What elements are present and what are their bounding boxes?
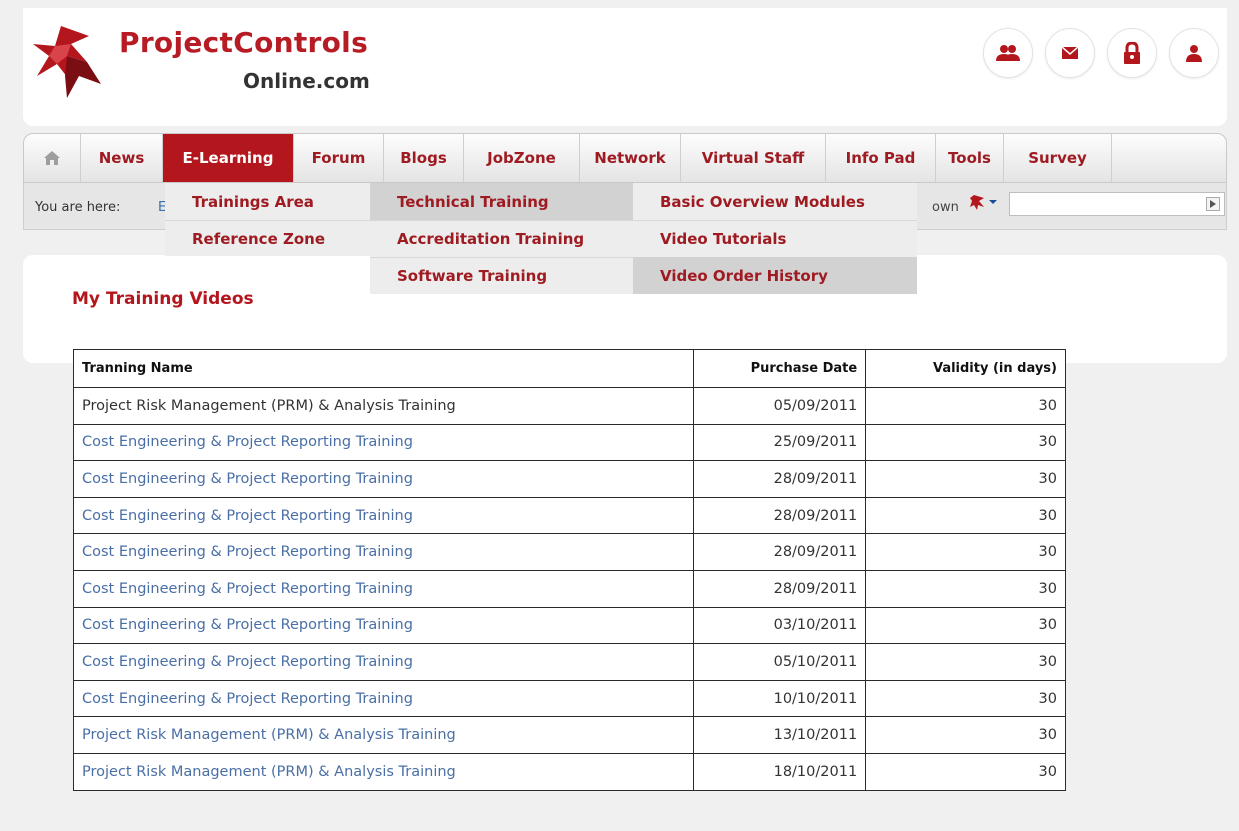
training-name-link[interactable]: Cost Engineering & Project Reporting Tra… xyxy=(72,606,695,645)
nav-forum[interactable]: Forum xyxy=(294,134,384,182)
nav-network[interactable]: Network xyxy=(580,134,681,182)
brand-name[interactable]: ProjectControls xyxy=(119,26,368,59)
users-icon[interactable] xyxy=(983,28,1033,78)
mail-icon[interactable] xyxy=(1045,28,1095,78)
menu-video-tutorials[interactable]: Video Tutorials xyxy=(633,220,917,257)
training-name-link[interactable]: Cost Engineering & Project Reporting Tra… xyxy=(72,643,695,681)
validity-cell: 30 xyxy=(865,643,1066,681)
nav-news[interactable]: News xyxy=(81,134,163,182)
purchase-date-cell: 28/09/2011 xyxy=(693,460,867,498)
table-row: Project Risk Management (PRM) & Analysis… xyxy=(72,752,1066,791)
nav-virtual-staff[interactable]: Virtual Staff xyxy=(681,134,826,182)
validity-cell: 30 xyxy=(865,752,1066,791)
purchase-date-cell: 05/10/2011 xyxy=(693,643,867,681)
training-name-link[interactable]: Cost Engineering & Project Reporting Tra… xyxy=(72,533,695,571)
nav-blogs[interactable]: Blogs xyxy=(384,134,464,182)
user-icon[interactable] xyxy=(1169,28,1219,78)
table-row: Cost Engineering & Project Reporting Tra… xyxy=(72,679,1066,718)
nav-info-pad[interactable]: Info Pad xyxy=(826,134,936,182)
table-row: Project Risk Management (PRM) & Analysis… xyxy=(72,387,1066,425)
validity-cell: 30 xyxy=(865,679,1066,718)
nav-tools[interactable]: Tools xyxy=(936,134,1004,182)
nav-jobzone[interactable]: JobZone xyxy=(464,134,580,182)
training-name-link[interactable]: Project Risk Management (PRM) & Analysis… xyxy=(72,716,695,754)
site-search-select[interactable] xyxy=(1009,192,1225,216)
elearning-submenu-col2: Technical Training Accreditation Trainin… xyxy=(370,183,633,294)
header-icon-group xyxy=(983,28,1219,78)
site-header: ProjectControls Online.com xyxy=(23,8,1227,126)
validity-cell: 30 xyxy=(865,569,1066,608)
purchase-date-cell: 13/10/2011 xyxy=(693,716,867,754)
home-icon[interactable] xyxy=(24,134,81,182)
validity-cell: 30 xyxy=(865,423,1066,462)
validity-cell: 30 xyxy=(865,716,1066,754)
purchase-date-cell: 18/10/2011 xyxy=(693,752,867,791)
column-header-purchase-date: Purchase Date xyxy=(693,349,867,388)
page-title: My Training Videos xyxy=(72,289,254,309)
purchase-date-cell: 25/09/2011 xyxy=(693,423,867,462)
validity-cell: 30 xyxy=(865,606,1066,645)
training-name-link[interactable]: Project Risk Management (PRM) & Analysis… xyxy=(72,752,695,791)
validity-cell: 30 xyxy=(865,533,1066,571)
purchase-date-cell: 28/09/2011 xyxy=(693,533,867,571)
logo-icon[interactable] xyxy=(31,22,107,102)
training-name-link[interactable]: Cost Engineering & Project Reporting Tra… xyxy=(72,496,695,535)
table-row: Cost Engineering & Project Reporting Tra… xyxy=(72,606,1066,645)
table-row: Cost Engineering & Project Reporting Tra… xyxy=(72,643,1066,681)
nav-survey[interactable]: Survey xyxy=(1004,134,1112,182)
menu-technical-training[interactable]: Technical Training xyxy=(370,183,633,220)
elearning-submenu-col1: Trainings Area Reference Zone xyxy=(165,183,370,256)
column-header-validity: Validity (in days) xyxy=(865,349,1066,388)
brand-domain[interactable]: Online.com xyxy=(243,69,370,93)
training-name-link[interactable]: Cost Engineering & Project Reporting Tra… xyxy=(72,460,695,498)
purchase-date-cell: 03/10/2011 xyxy=(693,606,867,645)
training-name-link[interactable]: Cost Engineering & Project Reporting Tra… xyxy=(72,679,695,718)
elearning-submenu-col3: Basic Overview Modules Video Tutorials V… xyxy=(633,183,917,294)
purchase-date-cell: 05/09/2011 xyxy=(693,387,867,425)
nav-e-learning[interactable]: E-Learning xyxy=(163,134,294,182)
menu-trainings-area[interactable]: Trainings Area xyxy=(165,183,370,220)
table-row: Cost Engineering & Project Reporting Tra… xyxy=(72,423,1066,462)
lock-icon[interactable] xyxy=(1107,28,1157,78)
training-videos-table: Tranning Name Purchase Date Validity (in… xyxy=(72,349,1066,791)
main-nav: News E-Learning Forum Blogs JobZone Netw… xyxy=(23,133,1227,183)
table-row: Cost Engineering & Project Reporting Tra… xyxy=(72,460,1066,498)
validity-cell: 30 xyxy=(865,387,1066,425)
menu-reference-zone[interactable]: Reference Zone xyxy=(165,220,370,257)
menu-accreditation-training[interactable]: Accreditation Training xyxy=(370,220,633,257)
menu-video-order-history[interactable]: Video Order History xyxy=(633,257,917,294)
breadcrumb-trailing-text: own xyxy=(932,200,959,215)
menu-software-training[interactable]: Software Training xyxy=(370,257,633,294)
validity-cell: 30 xyxy=(865,460,1066,498)
purchase-date-cell: 28/09/2011 xyxy=(693,496,867,535)
validity-cell: 30 xyxy=(865,496,1066,535)
table-row: Cost Engineering & Project Reporting Tra… xyxy=(72,533,1066,571)
table-header-row: Tranning Name Purchase Date Validity (in… xyxy=(72,349,1066,388)
purchase-date-cell: 28/09/2011 xyxy=(693,569,867,608)
table-row: Project Risk Management (PRM) & Analysis… xyxy=(72,716,1066,754)
purchase-date-cell: 10/10/2011 xyxy=(693,679,867,718)
language-selector-icon[interactable] xyxy=(970,193,1000,211)
play-icon[interactable] xyxy=(1206,197,1220,211)
table-row: Cost Engineering & Project Reporting Tra… xyxy=(72,569,1066,608)
column-header-training-name: Tranning Name xyxy=(72,349,695,388)
training-name-link[interactable]: Cost Engineering & Project Reporting Tra… xyxy=(72,423,695,462)
training-name-link[interactable]: Cost Engineering & Project Reporting Tra… xyxy=(72,569,695,608)
menu-basic-overview-modules[interactable]: Basic Overview Modules xyxy=(633,183,917,220)
table-row: Cost Engineering & Project Reporting Tra… xyxy=(72,496,1066,535)
breadcrumb-label: You are here: xyxy=(35,200,121,215)
training-name-cell: Project Risk Management (PRM) & Analysis… xyxy=(72,387,695,425)
